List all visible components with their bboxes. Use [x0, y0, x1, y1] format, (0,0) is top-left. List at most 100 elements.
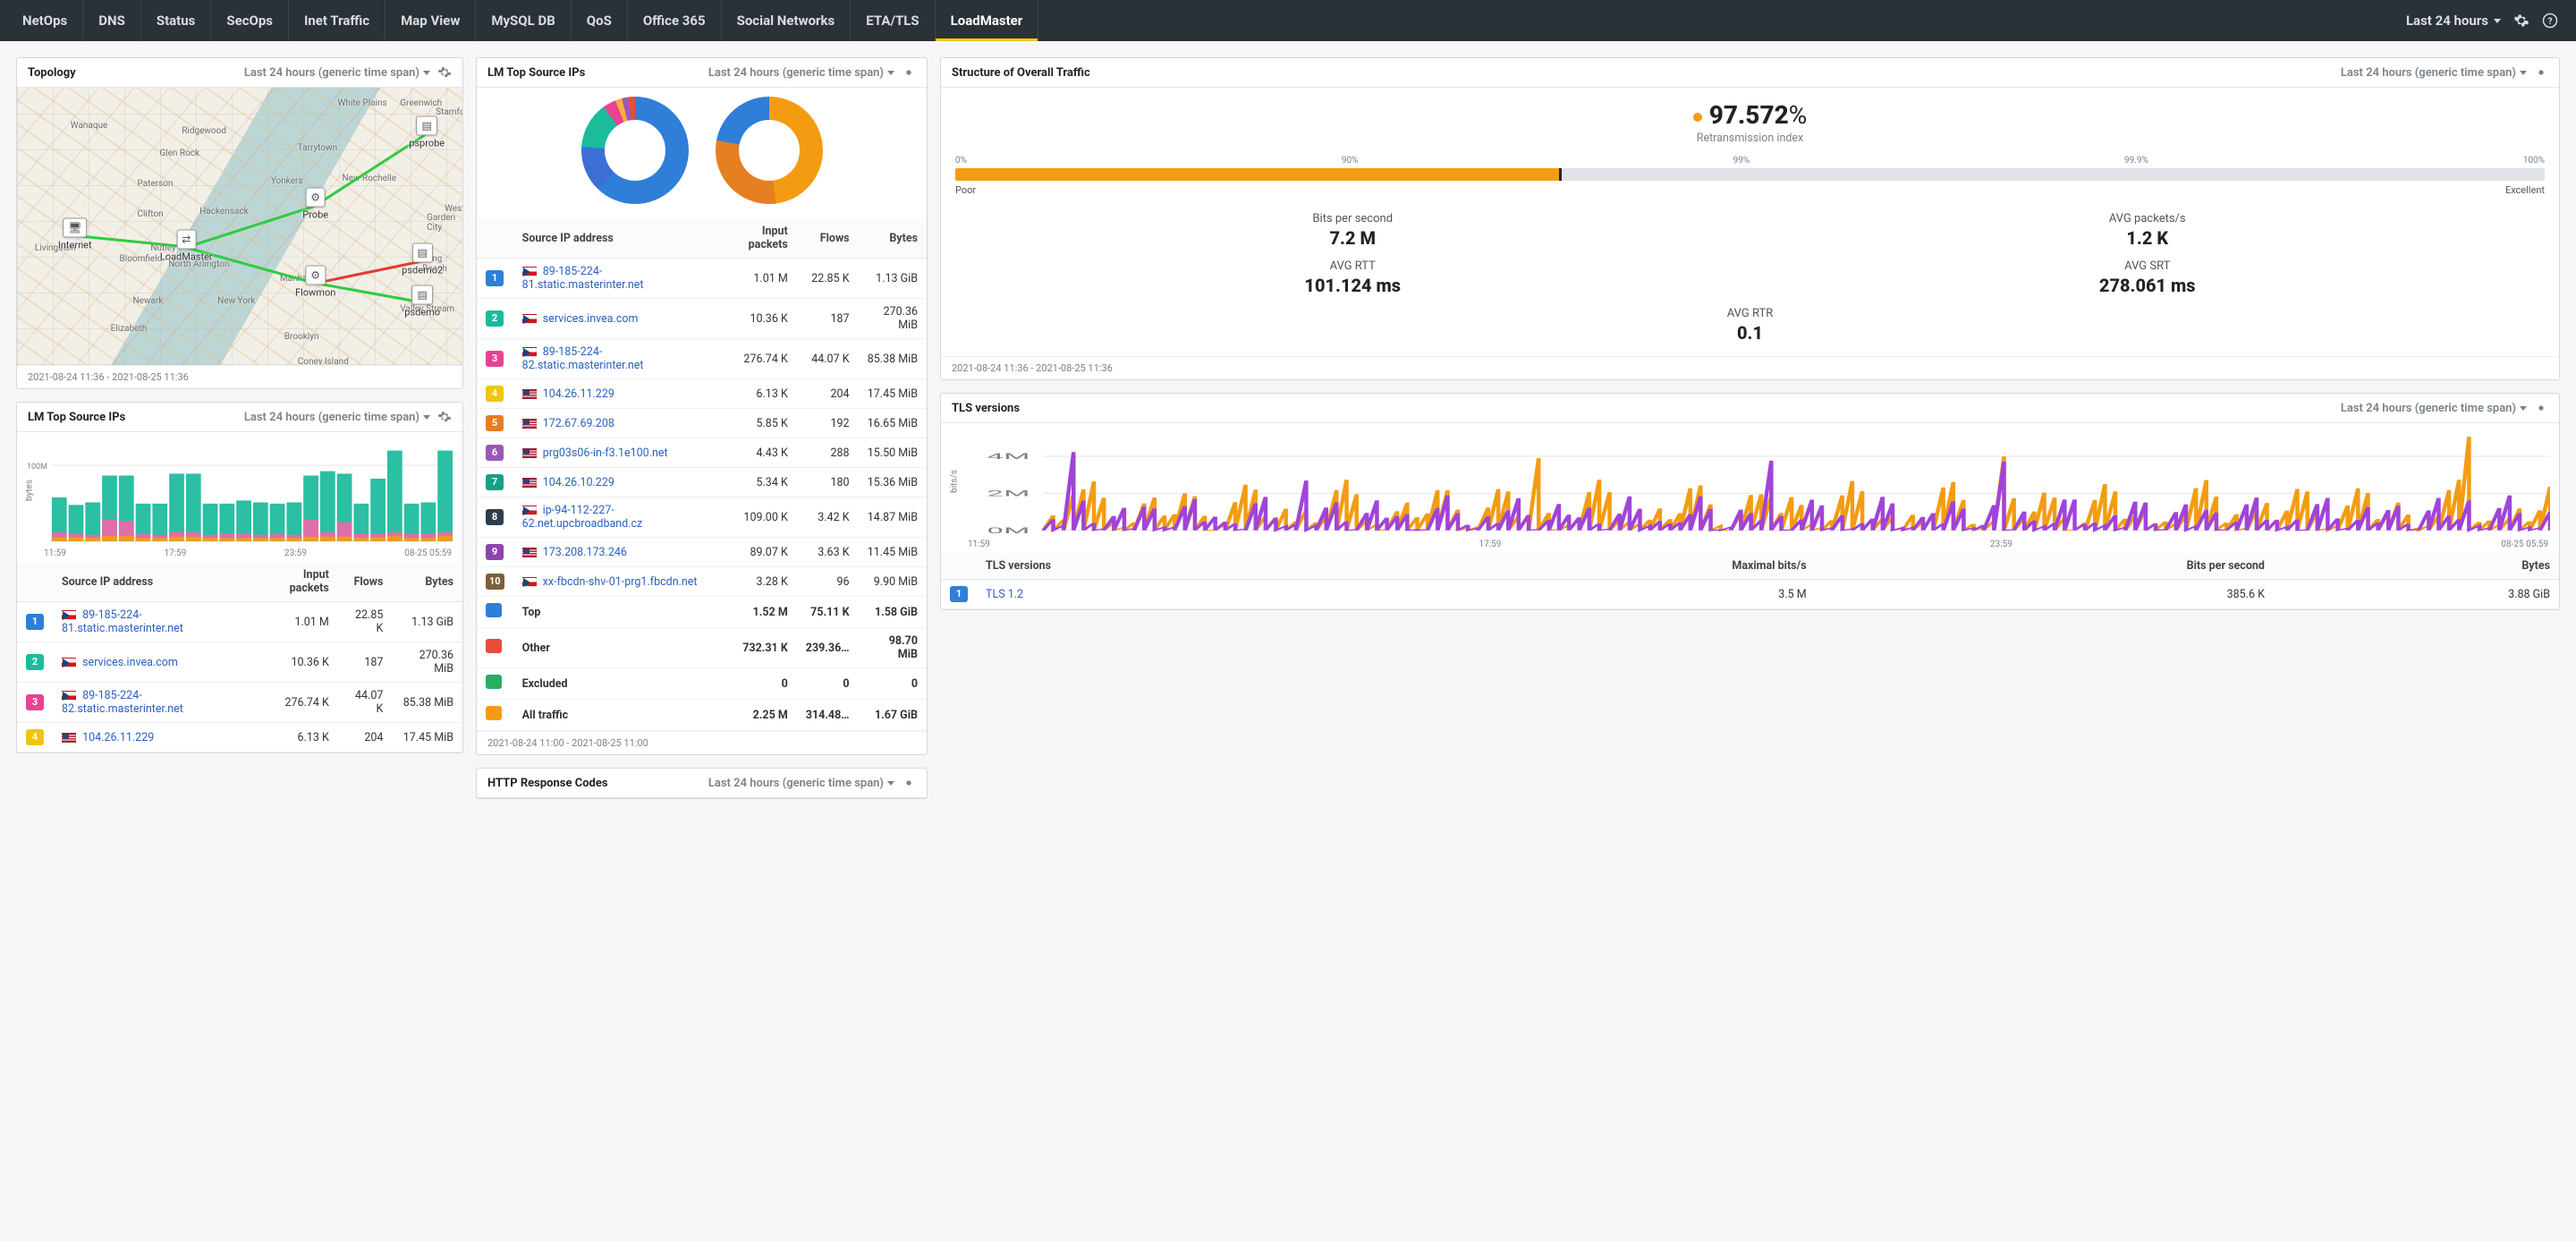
time-range-selector[interactable]: Last 24 hours [2406, 13, 2501, 29]
table-row[interactable]: 2 services.invea.com10.36 K187270.36 MiB [17, 642, 462, 683]
source-ip-link[interactable]: 89-185-224-81.static.masterinter.net [522, 265, 644, 292]
panel-time-selector[interactable]: Last 24 hours (generic time span) [708, 777, 894, 790]
legend-chip [486, 706, 502, 720]
panel-title: TLS versions [952, 402, 1020, 415]
metric: AVG RTR0.1 [955, 307, 2545, 344]
summary-row-other: Other732.31 K239.36…98.70 MiB [477, 628, 927, 668]
node-label: Internet [58, 240, 92, 251]
table-row[interactable]: 1TLS 1.23.5 M385.6 K3.88 GiB [941, 580, 2559, 609]
node-label: psdemo [404, 306, 440, 318]
topology-node-psprobe[interactable]: ▤psprobe [409, 115, 445, 149]
topology-node-flowmon[interactable]: ⚙ Flowmon [295, 266, 335, 299]
table-row[interactable]: 9 173.208.173.24689.07 K3.63 K11.45 MiB [477, 538, 927, 567]
gear-icon[interactable] [902, 776, 916, 790]
topology-node-psdemo[interactable]: ▤psdemo [404, 285, 440, 318]
topology-map[interactable]: White PlainsWanaqueRidgewoodTarrytownYon… [17, 88, 462, 365]
nav-tab-qos[interactable]: QoS [572, 0, 628, 41]
panel-time-selector[interactable]: Last 24 hours (generic time span) [708, 66, 894, 80]
flag-cz-icon [62, 610, 76, 620]
flag-us-icon [522, 419, 537, 429]
panel-title: Topology [28, 66, 76, 80]
source-ip-link[interactable]: 104.26.11.229 [82, 731, 154, 744]
gear-icon: ⚙ [305, 266, 326, 285]
table-row[interactable]: 3 89-185-224-82.static.masterinter.net27… [477, 339, 927, 379]
source-ip-link[interactable]: 172.67.69.208 [543, 417, 614, 430]
source-ip-link[interactable]: services.invea.com [82, 656, 178, 669]
source-ip-link[interactable]: 104.26.11.229 [543, 387, 614, 401]
nav-tab-secops[interactable]: SecOps [211, 0, 289, 41]
gear-icon[interactable] [437, 65, 452, 80]
table-row[interactable]: 8 ip-94-112-227-62.net.upcbroadband.cz10… [477, 497, 927, 538]
source-ip-link[interactable]: prg03s06-in-f3.1e100.net [543, 446, 668, 460]
metric-label: AVG packets/s [1750, 212, 2546, 225]
topology-node-psdemo2[interactable]: ▤psdemo2 [402, 243, 443, 276]
metric-label: AVG RTT [955, 259, 1750, 273]
panel-lm-top-small: LM Top Source IPs Last 24 hours (generic… [16, 402, 463, 753]
table-row[interactable]: 6 prg03s06-in-f3.1e100.net4.43 K28815.50… [477, 438, 927, 468]
node-label: Flowmon [295, 287, 335, 299]
source-ip-link[interactable]: services.invea.com [543, 312, 639, 326]
source-ip-link[interactable]: 89-185-224-81.static.masterinter.net [62, 608, 183, 635]
flag-cz-icon [522, 267, 537, 276]
source-ip-link[interactable]: 104.26.10.229 [543, 476, 614, 489]
nav-tab-netops[interactable]: NetOps [7, 0, 83, 41]
nav-tab-eta-tls[interactable]: ETA/TLS [851, 0, 935, 41]
flag-cz-icon [522, 506, 537, 515]
gear-icon[interactable] [2534, 65, 2548, 80]
table-row[interactable]: 3 89-185-224-82.static.masterinter.net27… [17, 683, 462, 723]
svg-text:4M: 4M [987, 452, 1030, 462]
nav-tab-inet-traffic[interactable]: Inet Traffic [289, 0, 386, 41]
panel-time-selector[interactable]: Last 24 hours (generic time span) [2341, 402, 2527, 415]
rank-chip: 5 [486, 415, 504, 431]
lm-top-large-table: Source IP addressInput packetsFlowsBytes… [477, 218, 927, 731]
source-ip-link[interactable]: xx-fbcdn-shv-01-prg1.fbcdn.net [543, 575, 698, 589]
globe-icon: 🖥 [63, 218, 87, 238]
panel-footer: 2021-08-24 11:36 - 2021-08-25 11:36 [941, 356, 2559, 379]
map-place-label: Hackensack [199, 207, 249, 217]
tls-table: TLS versionsMaximal bits/sBits per secon… [941, 553, 2559, 609]
panel-time-selector[interactable]: Last 24 hours (generic time span) [244, 66, 430, 80]
source-ip-link[interactable]: 89-185-224-82.static.masterinter.net [62, 689, 183, 716]
flag-us-icon [522, 448, 537, 458]
source-ip-link[interactable]: 89-185-224-82.static.masterinter.net [522, 345, 644, 372]
tls-version-link[interactable]: TLS 1.2 [986, 588, 1023, 601]
panel-http-codes: HTTP Response Codes Last 24 hours (gener… [476, 768, 928, 799]
topology-node-probe[interactable]: ⚙Probe [302, 188, 328, 221]
gear-icon[interactable] [902, 65, 916, 80]
nav-tab-dns[interactable]: DNS [83, 0, 141, 41]
topology-node-internet[interactable]: 🖥 Internet [58, 218, 92, 251]
donut-chart-left [581, 97, 689, 204]
nav-tab-office-365[interactable]: Office 365 [628, 0, 722, 41]
nav-tab-mysql-db[interactable]: MySQL DB [476, 0, 571, 41]
nav-tab-social-networks[interactable]: Social Networks [722, 0, 852, 41]
table-row[interactable]: 1 89-185-224-81.static.masterinter.net1.… [477, 259, 927, 299]
metric-value: 1.2 K [1750, 227, 2546, 249]
panel-footer: 2021-08-24 11:36 - 2021-08-25 11:36 [17, 365, 462, 388]
table-row[interactable]: 2 services.invea.com10.36 K187270.36 MiB [477, 299, 927, 339]
gear-icon[interactable] [2534, 401, 2548, 415]
table-row[interactable]: 4 104.26.11.2296.13 K20417.45 MiB [477, 379, 927, 409]
metric-label: AVG SRT [1750, 259, 2546, 273]
table-row[interactable]: 1 89-185-224-81.static.masterinter.net1.… [17, 602, 462, 642]
metric-value: 0.1 [955, 322, 2545, 344]
table-row[interactable]: 7 104.26.10.2295.34 K18015.36 MiB [477, 468, 927, 497]
top-nav: NetOpsDNSStatusSecOpsInet TrafficMap Vie… [0, 0, 2576, 41]
panel-time-selector[interactable]: Last 24 hours (generic time span) [244, 411, 430, 424]
table-row[interactable]: 4 104.26.11.2296.13 K20417.45 MiB [17, 723, 462, 752]
source-ip-link[interactable]: ip-94-112-227-62.net.upcbroadband.cz [522, 504, 643, 531]
map-place-label: Greenwich [400, 98, 442, 108]
gear-icon[interactable] [437, 410, 452, 424]
nav-tab-map-view[interactable]: Map View [386, 0, 476, 41]
nav-tab-loadmaster[interactable]: LoadMaster [936, 0, 1039, 41]
table-row[interactable]: 10 xx-fbcdn-shv-01-prg1.fbcdn.net3.28 K9… [477, 567, 927, 597]
gear-icon[interactable] [2513, 13, 2529, 29]
table-row[interactable]: 5 172.67.69.2085.85 K19216.65 MiB [477, 409, 927, 438]
donut-charts [477, 88, 927, 218]
topology-node-loadmaster[interactable]: ⇄LoadMaster [160, 229, 213, 262]
help-icon[interactable]: ? [2542, 13, 2558, 29]
map-place-label: Paterson [137, 179, 173, 189]
source-ip-link[interactable]: 173.208.173.246 [543, 546, 627, 559]
nav-tab-status[interactable]: Status [141, 0, 212, 41]
panel-time-selector[interactable]: Last 24 hours (generic time span) [2341, 66, 2527, 80]
panel-time-label: Last 24 hours (generic time span) [708, 66, 884, 80]
